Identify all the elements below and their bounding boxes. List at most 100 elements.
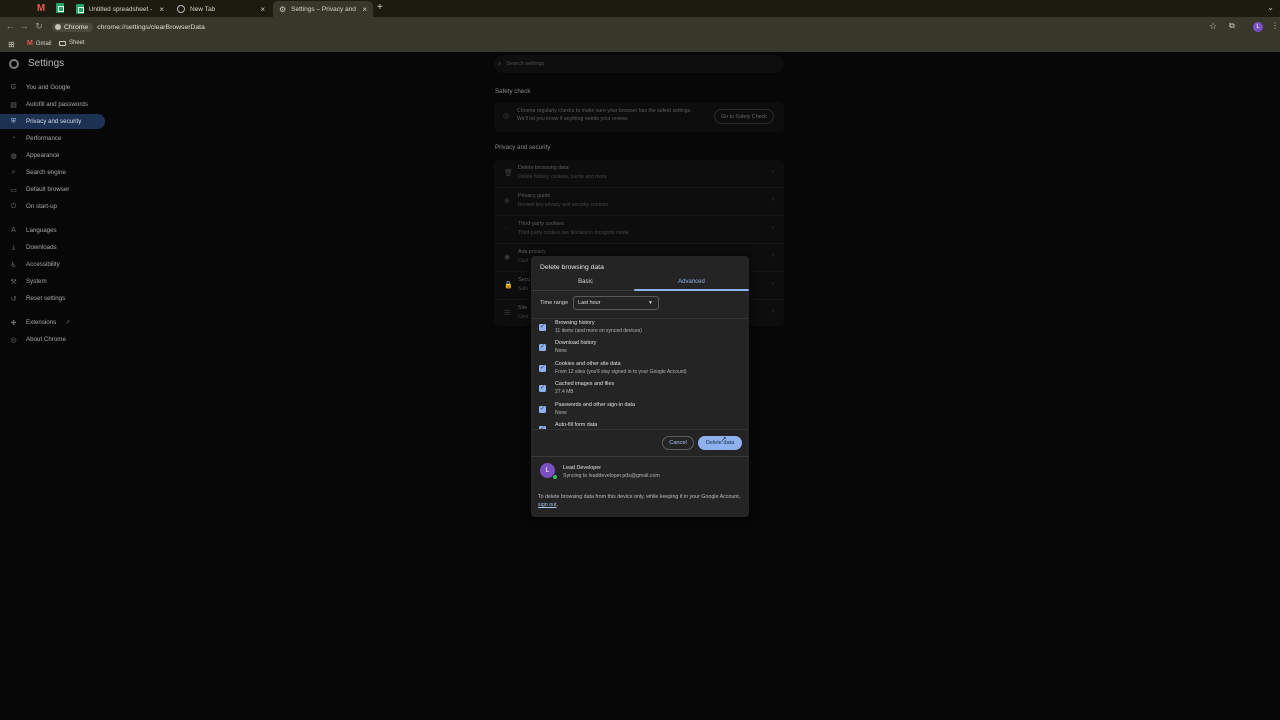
delete-data-button[interactable]: Delete data	[698, 436, 742, 450]
sidebar-item-appearance[interactable]: ◍ Appearance	[0, 148, 105, 163]
download-icon: ⤓	[11, 243, 16, 251]
mouse-cursor-icon: ➚	[721, 436, 727, 443]
sidebar-item-reset[interactable]: ↺ Reset settings	[0, 291, 105, 306]
shield-icon: ⛨	[10, 117, 17, 125]
newtab-icon	[177, 5, 185, 13]
back-icon[interactable]: ←	[4, 21, 16, 31]
checkbox-autofill[interactable]: ✓ Auto-fill form data	[531, 421, 749, 429]
tab-gmail-pinned[interactable]: M	[34, 3, 48, 14]
row-subtitle: Cust	[518, 258, 529, 264]
cancel-button[interactable]: Cancel	[662, 436, 694, 450]
go-to-safety-check-button[interactable]: Go to Safety Check	[714, 109, 774, 124]
safety-check-text: Chrome regularly checks to make sure you…	[517, 108, 692, 122]
sidebar-item-autofill[interactable]: ▤ Autofill and passwords	[0, 97, 105, 112]
sidebar-item-accessibility[interactable]: ♿ Accessibility	[0, 257, 105, 272]
reload-icon[interactable]: ↻	[33, 21, 45, 32]
delete-browsing-data-dialog: Delete browsing data Basic Advanced Time…	[531, 256, 749, 517]
footnote-text: To delete browsing data from this device…	[538, 494, 741, 500]
sidebar-item-label: Extensions	[26, 319, 57, 326]
chevron-right-icon: ›	[772, 197, 774, 203]
checkbox-checked-icon[interactable]: ✓	[539, 385, 546, 392]
sidebar-item-system[interactable]: ⚒ System	[0, 274, 105, 289]
row-subtitle: Delete history, cookies, cache and more	[518, 174, 607, 180]
row-subtitle: Cont	[518, 314, 529, 320]
sidebar-item-search-engine[interactable]: ⌕ Search engine	[0, 165, 105, 180]
section-heading-privacy: Privacy and security	[495, 144, 551, 151]
tab-sheets-pinned[interactable]	[56, 3, 66, 14]
sidebar-item-label: Search engine	[26, 169, 66, 176]
tab-basic[interactable]: Basic	[531, 279, 640, 285]
bookmark-gmail[interactable]: M Gmail	[27, 40, 52, 47]
tab-spreadsheet[interactable]: Untitled spreadsheet - Google ×	[70, 2, 170, 16]
chevron-right-icon: ›	[772, 253, 774, 259]
privacy-row-delete-browsing-data[interactable]: 🗑 Delete browsing data Delete history, c…	[494, 160, 784, 188]
sidebar-item-default-browser[interactable]: ▭ Default browser	[0, 182, 105, 197]
privacy-row-privacy-guide[interactable]: ⊕ Privacy guide Review key privacy and s…	[494, 188, 784, 216]
bookmark-sheet-folder[interactable]: Sheet	[59, 40, 85, 46]
tab-new-tab[interactable]: New Tab ×	[171, 2, 271, 16]
reset-icon: ↺	[10, 295, 17, 303]
dialog-title: Delete browsing data	[540, 264, 604, 271]
checkbox-cached-images[interactable]: ✓ Cached images and files 27.4 MB	[531, 380, 749, 400]
close-icon[interactable]: ×	[362, 5, 367, 14]
bookmark-star-icon[interactable]: ☆	[1209, 21, 1217, 32]
chrome-icon	[55, 24, 61, 30]
shield-check-icon: ◎	[503, 113, 510, 120]
sidebar-item-performance[interactable]: ◔ Performance	[0, 131, 105, 146]
sidebar-item-languages[interactable]: A Languages	[0, 223, 105, 238]
checkbox-browsing-history[interactable]: ✓ Browsing history 11 items (and more on…	[531, 319, 749, 339]
sign-out-footnote: To delete browsing data from this device…	[538, 493, 743, 509]
profile-avatar[interactable]: L	[1253, 22, 1263, 32]
sidebar-item-label: Privacy and security	[26, 118, 82, 125]
apps-grid-icon[interactable]: ⊞	[8, 40, 15, 49]
tab-advanced[interactable]: Advanced	[637, 279, 746, 285]
close-icon[interactable]: ×	[260, 5, 265, 14]
address-bar[interactable]: Chrome chrome://settings/clearBrowserDat…	[52, 20, 1222, 34]
forward-icon[interactable]: →	[18, 21, 30, 31]
sidebar-item-downloads[interactable]: ⤓ Downloads	[0, 240, 105, 255]
clipboard-icon: ▤	[10, 101, 17, 109]
site-info-chip[interactable]: Chrome	[52, 22, 94, 32]
sidebar-item-privacy[interactable]: ⛨ Privacy and security	[0, 114, 105, 129]
data-type-list[interactable]: ✓ Browsing history 11 items (and more on…	[531, 318, 749, 430]
extensions-icon[interactable]: ⧉	[1229, 21, 1235, 31]
caret-down-icon: ▼	[648, 300, 653, 306]
checkbox-passwords[interactable]: ✓ Passwords and other sign-in data None	[531, 401, 749, 421]
checkbox-checked-icon[interactable]: ✓	[539, 426, 546, 429]
palette-icon: ◍	[10, 152, 17, 160]
item-title: Passwords and other sign-in data	[555, 402, 636, 408]
new-tab-button[interactable]: +	[377, 2, 383, 13]
url-text[interactable]: chrome://settings/clearBrowserData	[97, 24, 205, 31]
sidebar-item-about[interactable]: ◎ About Chrome	[0, 332, 105, 347]
speedometer-icon: ◔	[11, 135, 16, 142]
item-title: Cookies and other site data	[555, 361, 621, 367]
sidebar-item-label: Reset settings	[26, 295, 66, 302]
checkbox-checked-icon[interactable]: ✓	[539, 406, 546, 413]
row-title: Third-party cookies	[518, 221, 564, 227]
checkbox-checked-icon[interactable]: ✓	[539, 344, 546, 351]
privacy-row-third-party-cookies[interactable]: ◌ Third-party cookies Third-party cookie…	[494, 216, 784, 244]
checkbox-download-history[interactable]: ✓ Download history None	[531, 339, 749, 359]
checkbox-checked-icon[interactable]: ✓	[539, 365, 546, 372]
chip-label: Chrome	[64, 23, 89, 31]
sidebar-item-label: About Chrome	[26, 336, 66, 343]
checkbox-checked-icon[interactable]: ✓	[539, 324, 546, 331]
sidebar-item-label: Default browser	[26, 186, 70, 193]
sidebar-item-extensions[interactable]: ✚ Extensions ↗	[0, 315, 105, 330]
account-sync-status: Syncing to leaddeveloper.pds@gmail.com	[563, 473, 660, 479]
sidebar-item-on-startup[interactable]: ⏻ On start-up	[0, 199, 105, 214]
sign-out-link[interactable]: sign out	[538, 502, 557, 508]
cookie-icon: ◌	[504, 225, 509, 232]
chevron-down-icon[interactable]: ⌄	[1267, 3, 1274, 12]
sidebar-item-label: Performance	[26, 135, 62, 142]
external-link-icon: ↗	[65, 320, 71, 326]
checkbox-cookies[interactable]: ✓ Cookies and other site data From 12 si…	[531, 360, 749, 380]
time-range-select[interactable]: Last hour ▼	[573, 296, 659, 310]
close-icon[interactable]: ×	[159, 5, 164, 14]
kebab-menu-icon[interactable]: ⋮	[1271, 21, 1279, 30]
sidebar-item-label: System	[26, 278, 47, 285]
tab-settings[interactable]: ⚙ Settings – Privacy and securi ×	[273, 1, 373, 17]
search-settings-input[interactable]: ⌕ Search settings	[494, 55, 784, 73]
sidebar-item-you-and-google[interactable]: G You and Google	[0, 80, 105, 95]
time-range-label: Time range	[540, 300, 569, 306]
